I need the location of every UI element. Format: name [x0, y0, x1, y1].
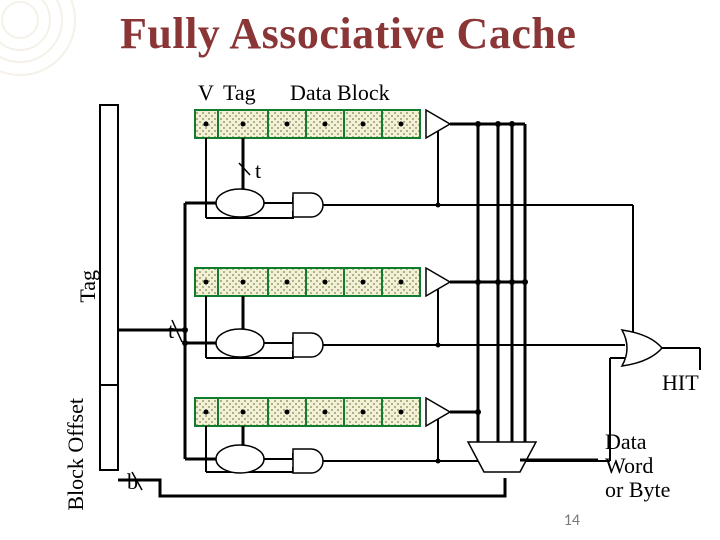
- cache-schematic: [0, 0, 720, 540]
- mux-icon: [468, 442, 598, 472]
- offset-bus: [118, 472, 505, 496]
- cache-line-2: [195, 358, 625, 473]
- comparator-icon: [216, 329, 264, 357]
- or-gate-icon: [622, 330, 700, 370]
- cache-line-0: [195, 110, 633, 338]
- address-register: [100, 105, 118, 470]
- comparator-icon: [216, 445, 264, 473]
- cache-line-1: [195, 268, 625, 358]
- and-gate-icon: [293, 193, 323, 217]
- and-gate-icon: [293, 449, 323, 473]
- and-gate-icon: [293, 333, 323, 357]
- comparator-icon: [216, 189, 264, 217]
